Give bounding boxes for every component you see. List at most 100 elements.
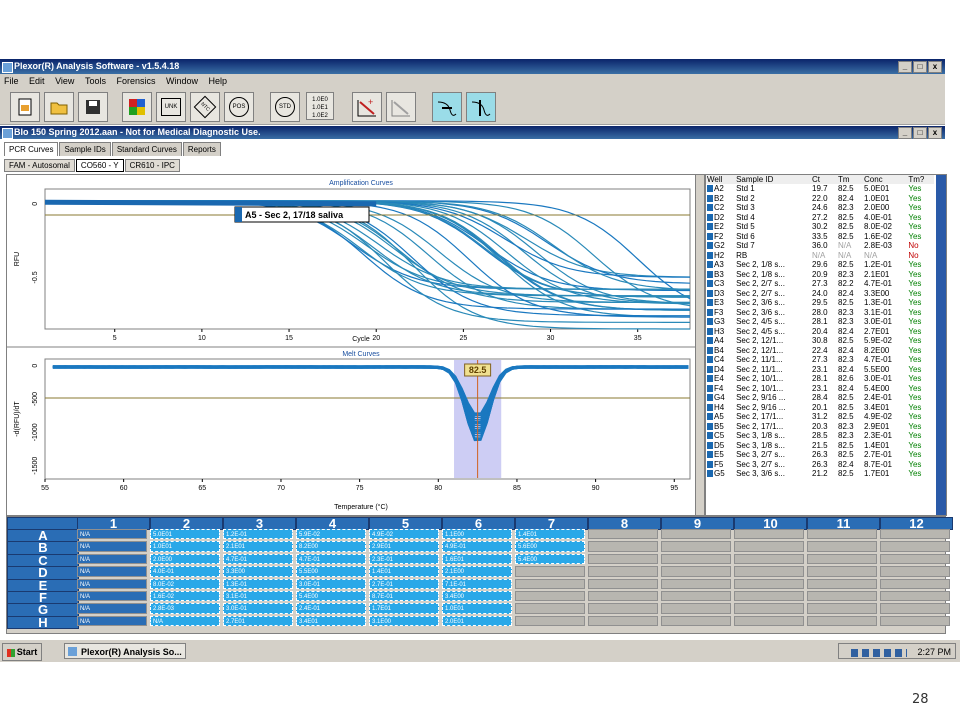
plate-well[interactable] <box>661 578 731 589</box>
new-document-button[interactable] <box>10 92 40 122</box>
well-color-swatch[interactable] <box>707 232 713 240</box>
well-table-row[interactable]: B3 Sec 2, 1/8 s... 20.9 82.3 2.1E01 Yes <box>706 270 934 280</box>
melt-curve[interactable] <box>52 365 689 435</box>
menu-tools[interactable]: Tools <box>81 74 110 88</box>
plate-well[interactable]: 4.7E-01 <box>296 553 366 565</box>
melt-curve[interactable] <box>52 365 689 419</box>
plate-well[interactable] <box>515 603 585 614</box>
plate-well[interactable] <box>588 566 658 577</box>
well-table-row[interactable]: C4 Sec 2, 11/1... 27.3 82.3 4.7E-01 Yes <box>706 355 934 365</box>
plate-well[interactable]: N/A <box>77 591 147 602</box>
plate-well[interactable]: 2.7E01 <box>223 615 293 627</box>
melt-curve[interactable] <box>52 365 689 415</box>
melt-curve[interactable] <box>52 365 689 424</box>
plate-well[interactable] <box>734 553 804 565</box>
melt-curve[interactable] <box>52 365 689 424</box>
plate-well[interactable]: 1.2E-01 <box>223 529 293 540</box>
plate-well[interactable]: 2.0E00 <box>150 553 220 565</box>
well-table-row[interactable]: C5 Sec 3, 1/8 s... 28.5 82.3 2.3E-01 Yes <box>706 431 934 441</box>
curve-fit-button[interactable]: + <box>352 92 382 122</box>
plate-well[interactable] <box>880 566 950 577</box>
plate-well[interactable]: 3.1E00 <box>369 615 439 627</box>
well-color-swatch[interactable] <box>707 308 713 316</box>
plate-well[interactable]: 3.1E-01 <box>223 591 293 602</box>
well-color-swatch[interactable] <box>707 242 713 250</box>
well-color-swatch[interactable] <box>707 204 713 212</box>
start-button[interactable]: Start <box>2 643 42 661</box>
plate-well[interactable]: N/A <box>77 541 147 552</box>
header-tm[interactable]: Tm <box>837 175 863 184</box>
well-table-row[interactable]: D5 Sec 3, 1/8 s... 21.5 82.5 1.4E01 Yes <box>706 441 934 451</box>
plate-well[interactable]: N/A <box>77 566 147 577</box>
plate-well[interactable]: 1.6E-02 <box>150 591 220 602</box>
minimize-button[interactable]: _ <box>898 61 912 73</box>
well-color-swatch[interactable] <box>707 413 713 421</box>
plate-well[interactable] <box>880 541 950 552</box>
plate-well[interactable] <box>880 529 950 540</box>
well-color-swatch[interactable] <box>707 327 713 335</box>
ntc-button[interactable]: NTC <box>190 92 220 122</box>
well-table-row[interactable]: F4 Sec 2, 10/1... 23.1 82.4 5.4E00 Yes <box>706 384 934 394</box>
melt-curve[interactable] <box>52 365 689 414</box>
melt-curve[interactable] <box>52 365 689 427</box>
save-button[interactable] <box>78 92 108 122</box>
plate-well[interactable] <box>734 566 804 577</box>
plate-well[interactable] <box>807 566 877 577</box>
tray-icons[interactable] <box>850 648 907 657</box>
well-table-row[interactable]: A5 Sec 2, 17/1... 31.2 82.5 4.9E-02 Yes <box>706 412 934 422</box>
plate-well[interactable]: 4.7E-01 <box>223 553 293 565</box>
plate-well[interactable] <box>807 553 877 565</box>
header-conc[interactable]: Conc <box>862 175 908 184</box>
plate-well[interactable]: 3.0E-01 <box>296 578 366 589</box>
plate-well[interactable] <box>807 591 877 602</box>
plate-well[interactable] <box>880 553 950 565</box>
well-table-row[interactable]: E4 Sec 2, 10/1... 28.1 82.6 3.0E-01 Yes <box>706 374 934 384</box>
doc-maximize-button[interactable]: □ <box>913 127 927 139</box>
tab-standard-curves[interactable]: Standard Curves <box>111 142 182 156</box>
well-table-row[interactable]: F5 Sec 3, 2/7 s... 26.3 82.4 8.7E-01 Yes <box>706 460 934 470</box>
plate-well[interactable] <box>661 603 731 614</box>
plate-well[interactable] <box>588 553 658 565</box>
well-table-row[interactable]: E5 Sec 3, 2/7 s... 26.3 82.5 2.7E-01 Yes <box>706 450 934 460</box>
plate-well[interactable]: 5.9E-02 <box>296 529 366 540</box>
plate-well[interactable] <box>734 615 804 627</box>
plate-well[interactable]: 1.1E00 <box>442 529 512 540</box>
threshold-alt-button[interactable] <box>466 92 496 122</box>
clock[interactable]: 2:27 PM <box>917 647 951 657</box>
well-table-row[interactable]: F2 Std 6 33.5 82.5 1.6E-02 Yes <box>706 232 934 242</box>
well-table-row[interactable]: C3 Sec 2, 2/7 s... 27.3 82.2 4.7E-01 Yes <box>706 279 934 289</box>
maximize-button[interactable]: □ <box>913 61 927 73</box>
well-color-swatch[interactable] <box>707 460 713 468</box>
well-color-swatch[interactable] <box>707 375 713 383</box>
well-color-swatch[interactable] <box>707 356 713 364</box>
open-button[interactable] <box>44 92 74 122</box>
plate-well[interactable]: 2.0E01 <box>442 615 512 627</box>
well-table-row[interactable]: G4 Sec 2, 9/16 ... 28.4 82.5 2.4E-01 Yes <box>706 393 934 403</box>
well-table-row[interactable]: G2 Std 7 36.0 N/A 2.8E-03 No <box>706 241 934 251</box>
plate-well[interactable]: 1.3E-01 <box>223 578 293 589</box>
plate-row-header[interactable]: H <box>7 616 79 630</box>
plate-well[interactable]: 4.9E-01 <box>442 541 512 552</box>
close-button[interactable]: x <box>928 61 942 73</box>
well-color-swatch[interactable] <box>707 403 713 411</box>
plate-well[interactable]: 5.5E00 <box>296 566 366 577</box>
header-well[interactable]: Well <box>706 175 736 184</box>
concentration-list-button[interactable]: 1.0E0 1.0E1 1.0E2 <box>306 92 334 120</box>
plate-well[interactable] <box>515 615 585 627</box>
plate-well[interactable] <box>588 615 658 627</box>
plate-well[interactable]: 3.0E-01 <box>223 603 293 614</box>
plate-well[interactable] <box>734 591 804 602</box>
melt-curve[interactable] <box>52 365 689 429</box>
menu-window[interactable]: Window <box>162 74 202 88</box>
well-color-swatch[interactable] <box>707 394 713 402</box>
plate-well[interactable]: 1.0E01 <box>150 541 220 552</box>
header-ct[interactable]: Ct <box>811 175 837 184</box>
plate-well[interactable] <box>515 566 585 577</box>
plate-well[interactable]: 7.1E-01 <box>442 578 512 589</box>
plate-well[interactable] <box>661 615 731 627</box>
tab-co560-y[interactable]: CO560 - Y <box>75 159 124 172</box>
plate-well[interactable]: 2.7E-01 <box>369 578 439 589</box>
well-color-swatch[interactable] <box>707 280 713 288</box>
plate-well[interactable]: 4.0E-01 <box>150 566 220 577</box>
plate-well[interactable] <box>661 553 731 565</box>
